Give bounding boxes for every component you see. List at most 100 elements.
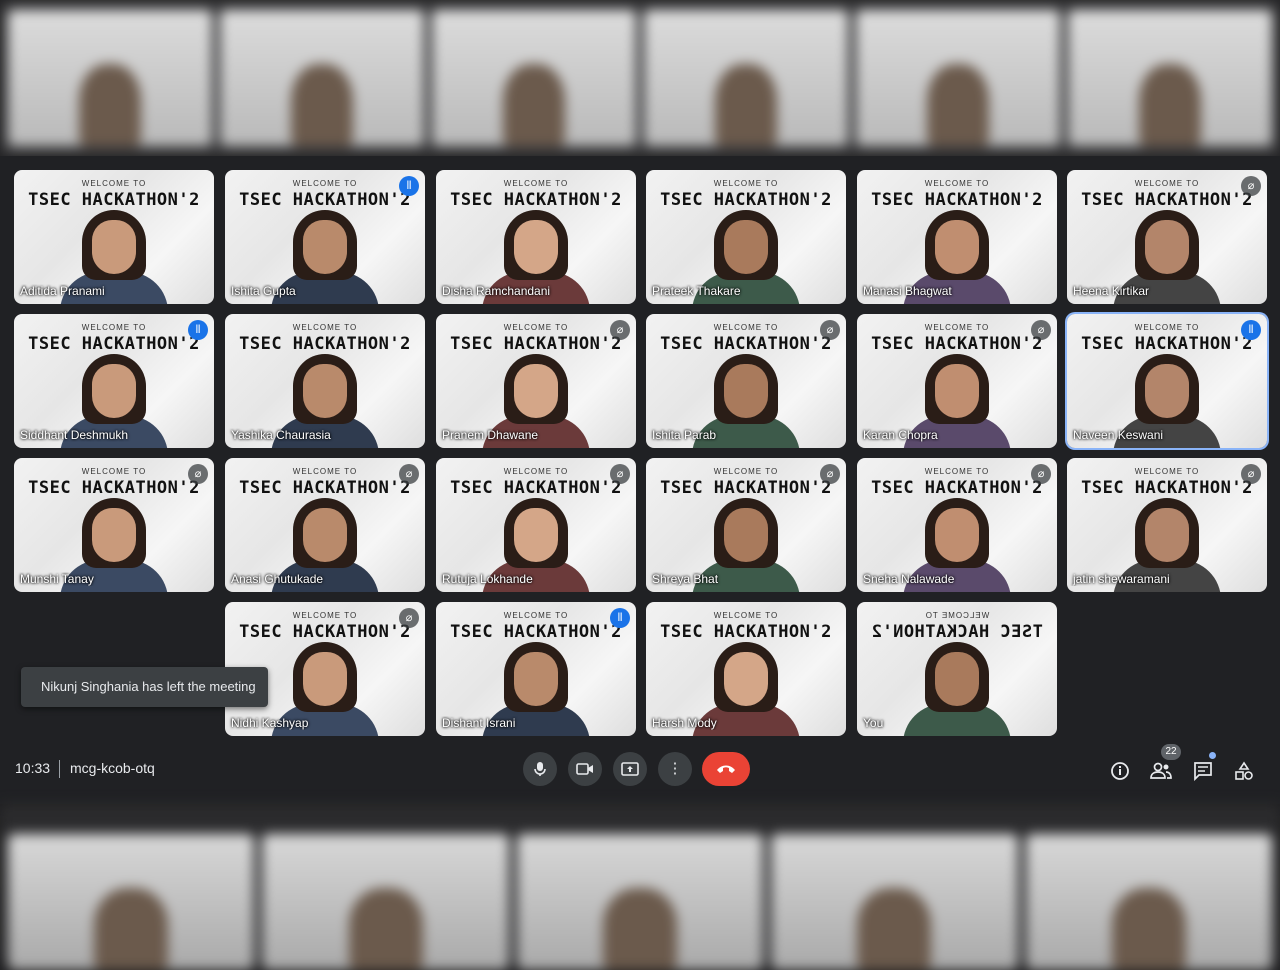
background-banner-text: TSEC HACKATHON'2 — [660, 622, 832, 642]
participant-tile[interactable]: WELCOME TO TSEC HACKATHON'2 Ishita Gupta ⦀ — [225, 170, 425, 304]
participant-tile[interactable]: WELCOME TO TSEC HACKATHON'2 Yashika Chaura… — [225, 314, 425, 448]
new-message-dot — [1209, 752, 1216, 759]
participant-tile[interactable]: WELCOME TO TSEC HACKATHON'2 Naveen Keswani… — [1067, 314, 1267, 448]
participant-tile[interactable]: WELCOME TO TSEC HACKATHON'2 Shreya Bhat ⌀ — [646, 458, 846, 592]
meeting-time: 10:33 — [15, 760, 51, 776]
present-button[interactable] — [613, 752, 647, 786]
background-banner-text: TSEC HACKATHON'2 — [239, 334, 411, 354]
speaking-indicator-icon: ⦀ — [610, 608, 630, 628]
background-welcome-text: WELCOME TO — [292, 323, 358, 332]
meeting-code: mcg-kcob-otq — [70, 760, 155, 776]
participant-tile[interactable]: WELCOME TO TSEC HACKATHON'2 Karan Chopra ⌀ — [857, 314, 1057, 448]
participant-name: Naveen Keswani — [1073, 428, 1164, 442]
participant-name: Manasi Bhagwat — [863, 284, 952, 298]
background-welcome-text: WELCOME TO — [713, 611, 779, 620]
left-meeting-toast: Nikunj Singhania has left the meeting — [21, 667, 268, 707]
background-banner-text: TSEC HACKATHON'2 — [871, 190, 1043, 210]
participant-name: Ishita Gupta — [231, 284, 296, 298]
camera-icon — [576, 760, 594, 777]
info-icon — [1110, 760, 1130, 781]
participant-name: Dishant Israni — [442, 716, 516, 730]
participant-tile[interactable]: WELCOME TO TSEC HACKATHON'2 Aditida Pranam… — [14, 170, 214, 304]
participant-name: Shreya Bhat — [652, 572, 719, 586]
mic-button[interactable] — [523, 752, 557, 786]
participant-name: jatin shewaramani — [1073, 572, 1170, 586]
meeting-toolbar: 10:33 mcg-kcob-otq ⋮ 22 — [0, 736, 1280, 804]
participant-name: You — [863, 716, 884, 730]
participant-name: Harsh Mody — [652, 716, 717, 730]
background-welcome-text: WELCOME TO — [503, 611, 569, 620]
background-banner-text: TSEC HACKATHON'2 — [450, 190, 622, 210]
people-button[interactable] — [1147, 756, 1175, 784]
background-banner-text: TSEC HACKATHON'2 — [28, 478, 200, 498]
background-welcome-text: WELCOME TO — [81, 323, 147, 332]
background-welcome-text: WELCOME TO — [1134, 467, 1200, 476]
background-welcome-text: WELCOME TO — [924, 467, 990, 476]
participant-name: Disha Ramchandani — [442, 284, 551, 298]
mic-icon — [533, 760, 547, 777]
mic-muted-icon: ⌀ — [1241, 176, 1261, 196]
participant-name: Pranem Dhawane — [442, 428, 539, 442]
participant-tile[interactable]: WELCOME TO TSEC HACKATHON'2 Ishita Parab ⌀ — [646, 314, 846, 448]
divider — [59, 760, 60, 778]
blurred-tile — [856, 10, 1060, 146]
speaking-indicator-icon: ⦀ — [399, 176, 419, 196]
background-banner-text: TSEC HACKATHON'2 — [1081, 190, 1253, 210]
blurred-tile — [516, 834, 764, 970]
mic-muted-icon: ⌀ — [820, 320, 840, 340]
blurred-tile — [8, 834, 255, 970]
background-welcome-text: WELCOME TO — [1134, 323, 1200, 332]
more-options-button[interactable]: ⋮ — [658, 752, 692, 786]
blurred-tile — [8, 10, 212, 146]
background-welcome-text: WELCOME TO — [503, 179, 569, 188]
background-welcome-text: WELCOME TO — [924, 179, 990, 188]
mic-muted-icon: ⌀ — [820, 464, 840, 484]
participant-name: Nidhi Kashyap — [231, 716, 309, 730]
background-welcome-text: WELCOME TO — [292, 611, 358, 620]
background-welcome-text: WELCOME TO — [292, 467, 358, 476]
mic-muted-icon: ⌀ — [610, 320, 630, 340]
participant-tile[interactable]: WELCOME TO TSEC HACKATHON'2 Munshi Tanay ⌀ — [14, 458, 214, 592]
participant-tile[interactable]: WELCOME TO TSEC HACKATHON'2 You — [857, 602, 1057, 736]
background-welcome-text: WELCOME TO — [713, 323, 779, 332]
background-banner-text: TSEC HACKATHON'2 — [450, 334, 622, 354]
participant-tile[interactable]: WELCOME TO TSEC HACKATHON'2 Siddhant Deshm… — [14, 314, 214, 448]
participant-tile[interactable]: WELCOME TO TSEC HACKATHON'2 Disha Ramchand… — [436, 170, 636, 304]
background-banner-text: TSEC HACKATHON'2 — [660, 334, 832, 354]
participant-name: Munshi Tanay — [20, 572, 94, 586]
participant-name: Prateek Thakare — [652, 284, 741, 298]
chat-icon — [1193, 760, 1213, 782]
background-welcome-text: WELCOME TO — [924, 323, 990, 332]
meeting-info-button[interactable] — [1106, 756, 1134, 784]
participant-tile[interactable]: WELCOME TO TSEC HACKATHON'2 Manasi Bhagwat — [857, 170, 1057, 304]
participant-name: Karan Chopra — [863, 428, 938, 442]
blurred-tile — [771, 834, 1018, 970]
chat-button[interactable] — [1189, 756, 1217, 784]
meeting-window: WELCOME TO TSEC HACKATHON'2 Aditida Pranam… — [0, 156, 1280, 804]
activities-button[interactable] — [1230, 756, 1258, 784]
background-welcome-text: WELCOME TO — [503, 467, 569, 476]
blurred-tile — [1068, 10, 1272, 146]
blurred-background-bottom — [0, 804, 1280, 970]
participant-tile[interactable]: WELCOME TO TSEC HACKATHON'2 Prateek Thakar… — [646, 170, 846, 304]
background-banner-text: TSEC HACKATHON'2 — [28, 334, 200, 354]
participant-tile[interactable]: WELCOME TO TSEC HACKATHON'2 Dishant Israni… — [436, 602, 636, 736]
hangup-button[interactable] — [702, 752, 750, 786]
participant-tile[interactable]: WELCOME TO TSEC HACKATHON'2 Sneha Nalawade… — [857, 458, 1057, 592]
background-welcome-text: WELCOME TO — [713, 179, 779, 188]
participant-tile[interactable]: WELCOME TO TSEC HACKATHON'2 jatin shewaram… — [1067, 458, 1267, 592]
participant-tile[interactable]: WELCOME TO TSEC HACKATHON'2 Pranem Dhawane… — [436, 314, 636, 448]
background-banner-text: TSEC HACKATHON'2 — [1081, 334, 1253, 354]
participant-tile[interactable]: WELCOME TO TSEC HACKATHON'2 Anasi Ghutukad… — [225, 458, 425, 592]
camera-button[interactable] — [568, 752, 602, 786]
mic-muted-icon: ⌀ — [1031, 464, 1051, 484]
mic-muted-icon: ⌀ — [1031, 320, 1051, 340]
participant-tile[interactable]: WELCOME TO TSEC HACKATHON'2 Harsh Mody — [646, 602, 846, 736]
participant-name: Rutuja Lokhande — [442, 572, 533, 586]
participant-tile[interactable]: WELCOME TO TSEC HACKATHON'2 Rutuja Lokhand… — [436, 458, 636, 592]
participant-tile[interactable]: WELCOME TO TSEC HACKATHON'2 Heena Kirtikar… — [1067, 170, 1267, 304]
background-welcome-text: WELCOME TO — [924, 611, 990, 620]
present-icon — [621, 760, 639, 777]
background-banner-text: TSEC HACKATHON'2 — [239, 190, 411, 210]
mic-muted-icon: ⌀ — [188, 464, 208, 484]
